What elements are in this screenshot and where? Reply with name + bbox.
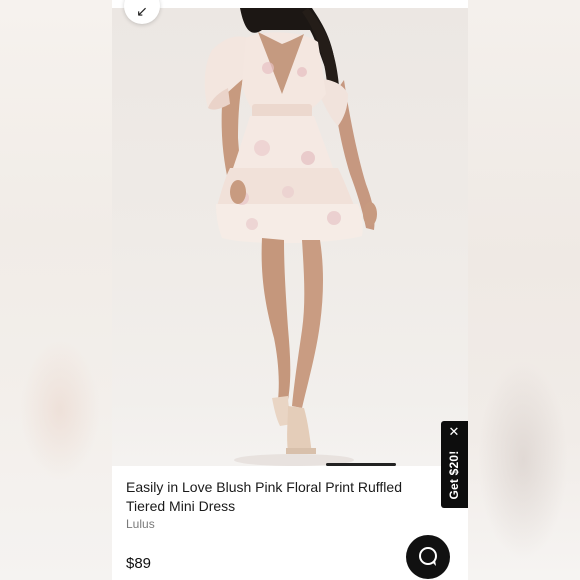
product-title: Easily in Love Blush Pink Floral Print R… [126,479,402,514]
close-icon[interactable]: ✕ [447,425,461,439]
model-illustration [204,8,377,466]
blurred-dress-shape [478,360,568,560]
product-brand[interactable]: Lulus [126,517,155,531]
product-screen: ↙ Easily in Love Blush Pink Floral Print… [112,0,468,580]
chat-button[interactable] [406,535,450,579]
product-price: $89 [126,555,152,572]
image-carousel-indicator [326,463,396,466]
screenshot-canvas: ↙ Easily in Love Blush Pink Floral Print… [0,0,580,580]
blurred-background-right [468,0,580,580]
blurred-dress-shape [20,340,100,480]
blurred-background-left [0,0,112,580]
product-image[interactable] [112,8,468,466]
chat-bubble-icon [419,547,437,566]
promo-tab[interactable]: ✕ Get $20! [441,421,468,508]
arrow-down-left-icon: ↙ [136,2,148,19]
promo-label[interactable]: Get $20! [447,451,461,500]
